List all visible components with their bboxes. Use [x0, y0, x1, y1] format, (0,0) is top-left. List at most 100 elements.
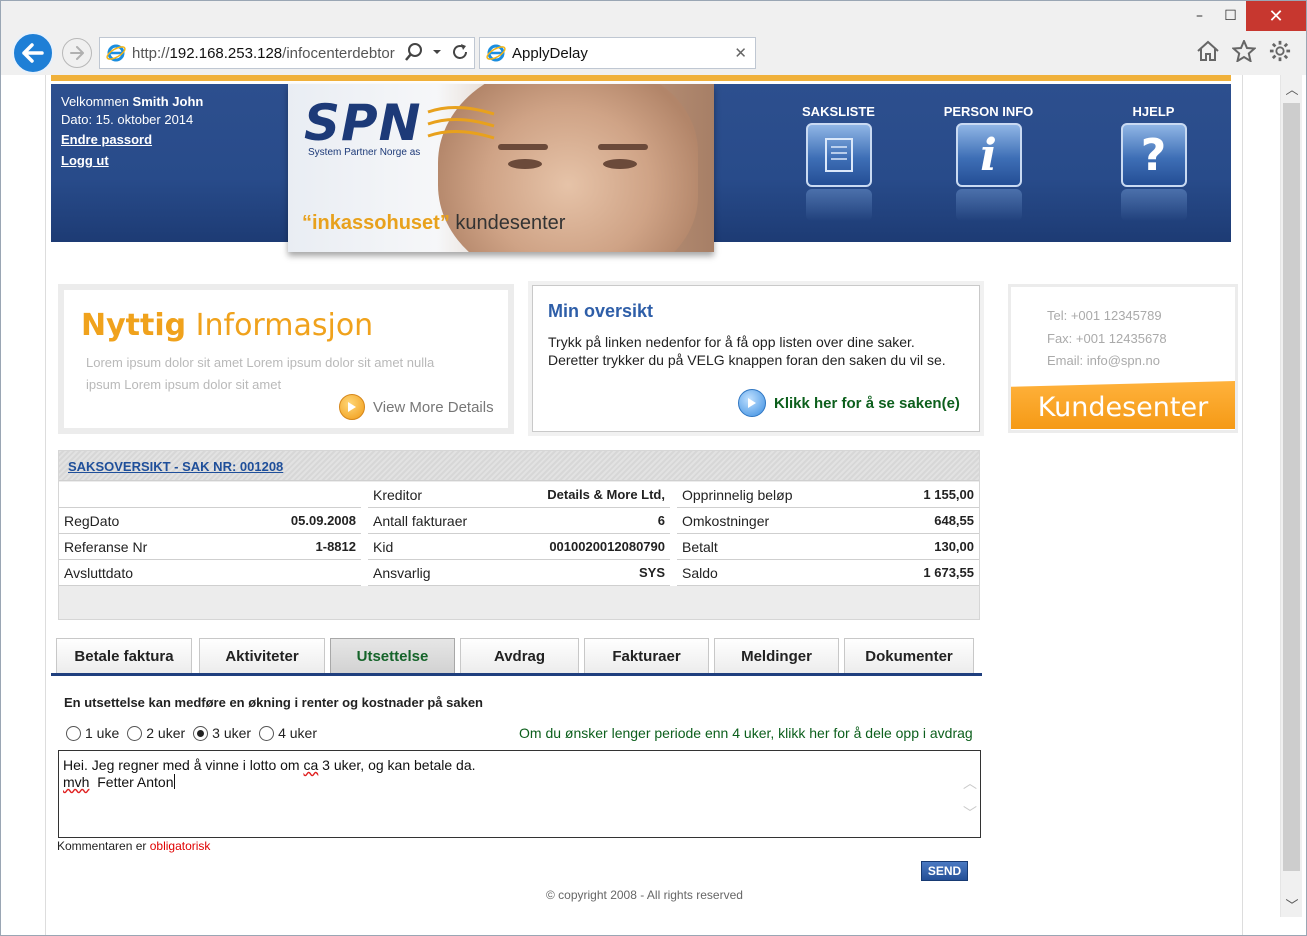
- case-cell: Saldo 1 673,55: [677, 560, 979, 586]
- favorites-star-icon[interactable]: [1232, 40, 1256, 62]
- case-cell: Omkostninger 648,55: [677, 508, 979, 534]
- tab-avdrag[interactable]: Avdrag: [460, 638, 579, 673]
- case-cell: Antall fakturaer 6: [368, 508, 670, 534]
- required-note: Kommentaren er obligatorisk: [57, 839, 211, 853]
- case-tabs: Betale faktura Aktiviteter Utsettelse Av…: [56, 638, 982, 676]
- tab-title: ApplyDelay: [512, 44, 588, 62]
- back-button[interactable]: [12, 32, 54, 74]
- forward-button[interactable]: [62, 38, 92, 68]
- welcome-block: Velkommen Smith John Dato: 15. oktober 2…: [61, 93, 203, 171]
- min-oversikt-title: Min oversikt: [548, 301, 654, 321]
- change-password-link[interactable]: Endre passord: [61, 129, 203, 150]
- radio-2-uker[interactable]: 2 uker: [127, 725, 185, 741]
- delay-options: 1 uke 2 uker 3 uker 4 uker: [66, 725, 325, 741]
- settings-gear-icon[interactable]: [1268, 40, 1292, 62]
- browser-navbar: http://192.168.253.128/infocenterdebtor …: [1, 31, 1306, 74]
- view-more-details-link[interactable]: View More Details: [339, 394, 494, 420]
- info-icon: i: [955, 123, 1022, 187]
- radio-1-uke[interactable]: 1 uke: [66, 725, 119, 741]
- nav-person-info[interactable]: PERSON INFO i: [906, 104, 1071, 221]
- ie-tab-icon: [486, 44, 506, 62]
- case-cell: Kid 0010020012080790: [368, 534, 670, 560]
- tab-applydelay[interactable]: ApplyDelay ✕: [479, 37, 756, 69]
- browser-window: – ☐ ✕ http://192.168.253.128/infocenterd…: [0, 0, 1307, 936]
- window-controls: – ☐ ✕: [1184, 1, 1306, 31]
- spn-logo: SPN: [304, 94, 422, 152]
- see-cases-link[interactable]: Klikk her for å se saken(e): [738, 389, 960, 417]
- textarea-scroll-arrows[interactable]: ︿ ﹀: [962, 769, 978, 829]
- header-banner: Velkommen Smith John Dato: 15. oktober 2…: [51, 84, 1231, 252]
- play-icon: [738, 389, 766, 417]
- case-details-grid: RegDato 05.09.2008 Referanse Nr 1-8812 Avs…: [59, 482, 979, 586]
- page-viewport: Velkommen Smith John Dato: 15. oktober 2…: [1, 75, 1306, 935]
- kundesenter-banner: Kundesenter: [1011, 381, 1235, 429]
- scroll-thumb[interactable]: [1283, 103, 1300, 871]
- scroll-up-arrow-icon[interactable]: ︿: [1281, 77, 1303, 99]
- address-bar[interactable]: http://192.168.253.128/infocenterdebtor: [99, 37, 475, 69]
- case-cell: RegDato 05.09.2008: [59, 508, 361, 534]
- tab-fakturaer[interactable]: Fakturaer: [584, 638, 709, 673]
- home-icon[interactable]: [1196, 40, 1220, 62]
- nav-hjelp[interactable]: HJELP ?: [1071, 104, 1236, 221]
- case-overview: SAKSOVERSIKT - SAK NR: 001208 RegDato 05.…: [58, 450, 980, 620]
- close-window-button[interactable]: ✕: [1246, 1, 1306, 31]
- nyttig-informasjon-box: Nyttig Informasjon Lorem ipsum dolor sit…: [58, 284, 514, 434]
- page-scrollbar[interactable]: ︿ ﹀: [1280, 75, 1302, 917]
- tab-betale-faktura[interactable]: Betale faktura: [56, 638, 192, 673]
- scroll-down-arrow-icon[interactable]: ﹀: [1281, 893, 1303, 915]
- copyright: © copyright 2008 - All rights reserved: [546, 888, 743, 902]
- user-name: Smith John: [132, 94, 204, 109]
- page-content: Velkommen Smith John Dato: 15. oktober 2…: [45, 75, 1243, 935]
- contact-fax: Fax: +001 12435678: [1047, 331, 1167, 346]
- forward-arrow-icon: [70, 46, 84, 60]
- tab-close-icon[interactable]: ✕: [734, 44, 747, 62]
- logo-swoosh-icon: [427, 105, 495, 140]
- min-oversikt-box: Min oversikt Trykk på linken nedenfor fo…: [532, 285, 980, 432]
- radio-4-uker[interactable]: 4 uker: [259, 725, 317, 741]
- ie-logo-icon: [106, 44, 126, 62]
- kundesenter-box: Tel: +001 12345789 Fax: +001 12435678 Em…: [1008, 284, 1238, 433]
- tab-underline: [51, 673, 982, 676]
- header-nav: SAKSLISTE PERSON INFO i HJELP ?: [771, 104, 1236, 221]
- comment-textarea[interactable]: Hei. Jeg regner med å vinne i lotto om c…: [58, 750, 981, 838]
- welcome-label: Velkommen: [61, 94, 129, 109]
- radio-3-uker[interactable]: 3 uker: [193, 725, 251, 741]
- send-button[interactable]: SEND: [921, 861, 968, 881]
- help-icon: ?: [1120, 123, 1187, 187]
- nyttig-title: Nyttig Informasjon: [81, 308, 374, 343]
- play-icon: [339, 394, 365, 420]
- case-cell: Betalt 130,00: [677, 534, 979, 560]
- case-cell: Avsluttdato: [59, 560, 361, 586]
- case-heading-link[interactable]: SAKSOVERSIKT - SAK NR: 001208: [68, 459, 283, 474]
- url-path: /infocenterdebtor: [282, 44, 395, 62]
- min-oversikt-text: Trykk på linken nedenfor for å få opp li…: [548, 334, 946, 368]
- url-host: 192.168.253.128: [169, 44, 283, 62]
- tab-aktiviteter[interactable]: Aktiviteter: [199, 638, 325, 673]
- delay-warning: En utsettelse kan medføre en økning i re…: [64, 695, 484, 710]
- tagline: “inkassohuset” kundesenter: [302, 212, 566, 234]
- current-date: Dato: 15. oktober 2014: [61, 112, 194, 127]
- nav-saksliste[interactable]: SAKSLISTE: [771, 104, 906, 221]
- logo-banner: SPN System Partner Norge as “inkassohuse…: [288, 84, 714, 252]
- case-cell: [59, 482, 361, 508]
- minimize-button[interactable]: –: [1184, 1, 1215, 31]
- header-accent-line: [51, 75, 1231, 81]
- spn-subtitle: System Partner Norge as: [308, 147, 421, 158]
- tab-dokumenter[interactable]: Dokumenter: [844, 638, 974, 673]
- document-icon: [805, 123, 872, 187]
- case-cell: Referanse Nr 1-8812: [59, 534, 361, 560]
- case-cell: Ansvarlig SYS: [368, 560, 670, 586]
- contact-email: Email: info@spn.no: [1047, 353, 1160, 368]
- maximize-button[interactable]: ☐: [1215, 1, 1246, 31]
- case-cell: Opprinnelig beløp 1 155,00: [677, 482, 979, 508]
- refresh-icon[interactable]: [450, 42, 470, 62]
- dropdown-icon[interactable]: [432, 48, 442, 56]
- contact-tel: Tel: +001 12345789: [1047, 308, 1162, 323]
- split-into-installments-link[interactable]: Om du ønsker lenger periode enn 4 uker, …: [519, 725, 973, 741]
- logout-link[interactable]: Logg ut: [61, 150, 203, 171]
- tab-meldinger[interactable]: Meldinger: [714, 638, 839, 673]
- case-cell: Kreditor Details & More Ltd,: [368, 482, 670, 508]
- search-icon[interactable]: [404, 42, 424, 62]
- back-arrow-icon: [22, 43, 44, 63]
- tab-utsettelse[interactable]: Utsettelse: [330, 638, 455, 673]
